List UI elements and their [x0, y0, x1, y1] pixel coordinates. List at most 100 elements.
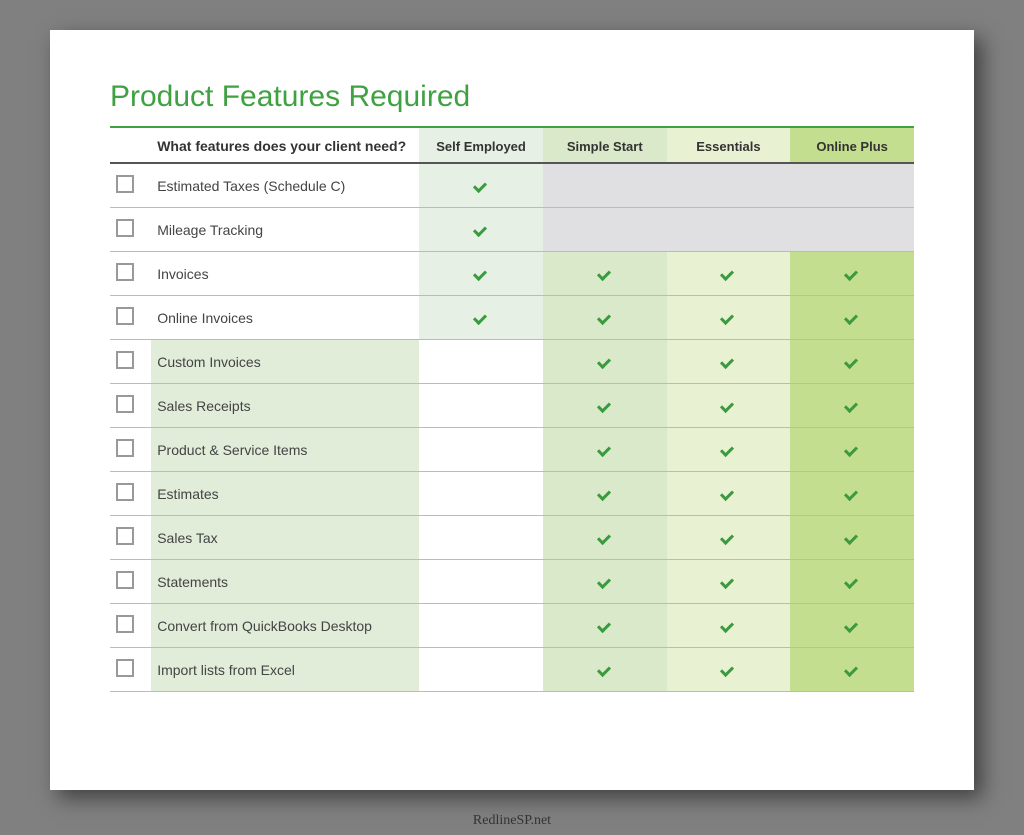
- check-icon: [721, 401, 735, 411]
- plan-cell-plus: [790, 472, 914, 516]
- header-checkbox-col: [110, 128, 151, 163]
- header-plan-plus: Online Plus: [790, 128, 914, 163]
- plan-cell-self: [419, 472, 543, 516]
- feature-checkbox[interactable]: [116, 659, 134, 677]
- checkbox-cell: [110, 296, 151, 340]
- check-icon: [845, 357, 859, 367]
- checkbox-cell: [110, 340, 151, 384]
- checkbox-cell: [110, 560, 151, 604]
- table-header-row: What features does your client need? Sel…: [110, 128, 914, 163]
- feature-label: Invoices: [157, 266, 208, 282]
- plan-cell-self: [419, 384, 543, 428]
- feature-checkbox[interactable]: [116, 175, 134, 193]
- checkbox-cell: [110, 472, 151, 516]
- feature-checkbox[interactable]: [116, 439, 134, 457]
- feature-checkbox[interactable]: [116, 527, 134, 545]
- check-icon: [845, 489, 859, 499]
- check-icon: [598, 401, 612, 411]
- watermark-text: RedlineSP.net: [0, 813, 1024, 829]
- feature-checkbox[interactable]: [116, 263, 134, 281]
- check-icon: [598, 269, 612, 279]
- check-icon: [721, 621, 735, 631]
- table-row: Estimated Taxes (Schedule C): [110, 163, 914, 208]
- plan-cell-self: [419, 648, 543, 692]
- feature-name-cell: Convert from QuickBooks Desktop: [151, 604, 419, 648]
- check-icon: [598, 621, 612, 631]
- plan-cell-simple: [543, 296, 667, 340]
- check-icon: [721, 489, 735, 499]
- plan-cell-essential: [667, 604, 791, 648]
- check-icon: [474, 313, 488, 323]
- header-plan-essentials: Essentials: [667, 128, 791, 163]
- plan-cell-essential: [667, 252, 791, 296]
- table-row: Invoices: [110, 252, 914, 296]
- feature-name-cell: Product & Service Items: [151, 428, 419, 472]
- plan-cell-essential: [667, 296, 791, 340]
- table-row: Product & Service Items: [110, 428, 914, 472]
- plan-cell-plus: [790, 428, 914, 472]
- plan-cell-plus: [790, 296, 914, 340]
- feature-checkbox[interactable]: [116, 615, 134, 633]
- feature-checkbox[interactable]: [116, 483, 134, 501]
- plan-cell-plus: [790, 604, 914, 648]
- plan-cell-self: [419, 296, 543, 340]
- feature-name-cell: Invoices: [151, 252, 419, 296]
- check-icon: [598, 577, 612, 587]
- page-title: Product Features Required: [110, 80, 914, 114]
- plan-cell-self: [419, 252, 543, 296]
- plan-cell-essential: [667, 163, 791, 208]
- plan-cell-simple: [543, 384, 667, 428]
- table-row: Online Invoices: [110, 296, 914, 340]
- check-icon: [845, 445, 859, 455]
- check-icon: [845, 577, 859, 587]
- feature-checkbox[interactable]: [116, 395, 134, 413]
- check-icon: [721, 577, 735, 587]
- plan-cell-self: [419, 516, 543, 560]
- check-icon: [721, 357, 735, 367]
- check-icon: [598, 445, 612, 455]
- check-icon: [845, 665, 859, 675]
- features-table: What features does your client need? Sel…: [110, 128, 914, 692]
- table-row: Mileage Tracking: [110, 208, 914, 252]
- plan-cell-simple: [543, 208, 667, 252]
- plan-cell-simple: [543, 604, 667, 648]
- check-icon: [845, 269, 859, 279]
- table-row: Custom Invoices: [110, 340, 914, 384]
- plan-cell-essential: [667, 560, 791, 604]
- plan-cell-self: [419, 604, 543, 648]
- plan-cell-essential: [667, 208, 791, 252]
- plan-cell-plus: [790, 516, 914, 560]
- document-page: Product Features Required What features …: [50, 30, 974, 790]
- plan-cell-simple: [543, 252, 667, 296]
- feature-name-cell: Estimates: [151, 472, 419, 516]
- check-icon: [474, 181, 488, 191]
- feature-checkbox[interactable]: [116, 219, 134, 237]
- check-icon: [598, 489, 612, 499]
- check-icon: [474, 269, 488, 279]
- check-icon: [598, 357, 612, 367]
- feature-checkbox[interactable]: [116, 351, 134, 369]
- plan-cell-simple: [543, 428, 667, 472]
- feature-name-cell: Online Invoices: [151, 296, 419, 340]
- checkbox-cell: [110, 163, 151, 208]
- plan-cell-essential: [667, 648, 791, 692]
- check-icon: [598, 665, 612, 675]
- header-plan-self: Self Employed: [419, 128, 543, 163]
- feature-name-cell: Statements: [151, 560, 419, 604]
- plan-cell-essential: [667, 472, 791, 516]
- check-icon: [721, 269, 735, 279]
- table-row: Estimates: [110, 472, 914, 516]
- checkbox-cell: [110, 428, 151, 472]
- plan-cell-simple: [543, 472, 667, 516]
- feature-name-cell: Estimated Taxes (Schedule C): [151, 163, 419, 208]
- plan-cell-plus: [790, 560, 914, 604]
- feature-label: Online Invoices: [157, 310, 253, 326]
- feature-checkbox[interactable]: [116, 571, 134, 589]
- feature-label: Convert from QuickBooks Desktop: [157, 618, 372, 634]
- plan-cell-simple: [543, 163, 667, 208]
- check-icon: [845, 533, 859, 543]
- plan-cell-plus: [790, 252, 914, 296]
- feature-label: Estimates: [157, 486, 218, 502]
- feature-checkbox[interactable]: [116, 307, 134, 325]
- check-icon: [845, 401, 859, 411]
